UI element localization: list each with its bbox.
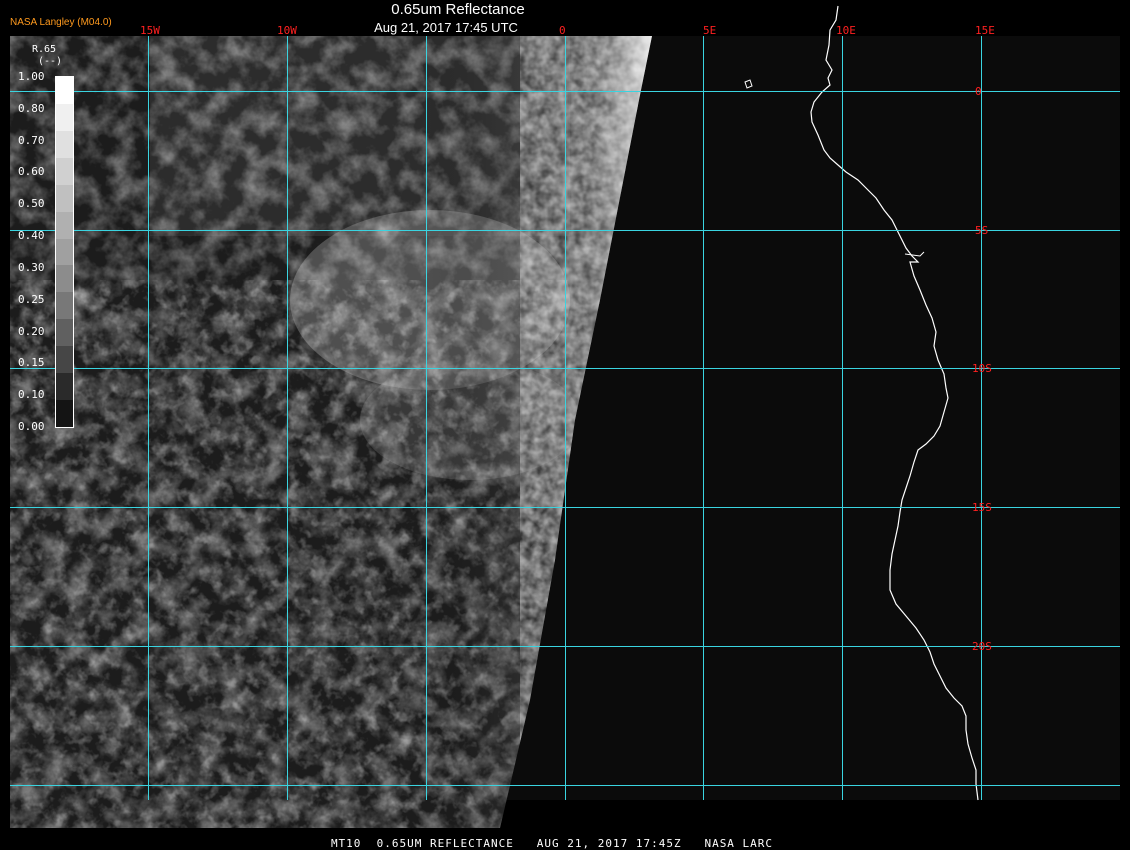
colorbar-tick-label: 0.25: [18, 292, 45, 306]
colorbar: [55, 76, 74, 428]
satellite-map: [0, 0, 1130, 850]
colorbar-swatch: [56, 373, 73, 401]
colorbar-swatch: [56, 346, 73, 374]
colorbar-tick-label: 0.80: [18, 101, 45, 115]
legend-title: R.65: [32, 44, 57, 55]
longitude-label-15e: 15E: [975, 24, 995, 37]
credit-label: NASA Langley (M04.0): [10, 17, 112, 28]
colorbar-tick-label: 0.50: [18, 197, 45, 211]
colorbar-tick-label: 0.40: [18, 229, 45, 243]
colorbar-tick-label: 0.10: [18, 388, 45, 402]
latitude-label-10s: 10S: [972, 362, 992, 375]
colorbar-tick-label: 0.20: [18, 324, 45, 338]
colorbar-tick-label: 1.00: [18, 70, 45, 83]
colorbar-swatch: [56, 130, 73, 158]
legend-unit: (--): [38, 56, 63, 67]
colorbar-tick-label: 0.00: [18, 420, 45, 433]
latitude-label-15s: 15S: [972, 501, 992, 514]
colorbar-swatch: [56, 292, 73, 320]
colorbar-swatch: [56, 238, 73, 266]
colorbar-swatch: [56, 265, 73, 293]
footer-caption: MT10 0.65UM REFLECTANCE AUG 21, 2017 17:…: [330, 837, 774, 850]
colorbar-swatch: [56, 211, 73, 239]
colorbar-swatch: [56, 319, 73, 347]
colorbar-tick-label: 0.70: [18, 133, 45, 147]
latitude-label-20s: 20S: [972, 640, 992, 653]
colorbar-tick-label: 0.15: [18, 356, 45, 370]
map-title: 0.65um Reflectance: [391, 1, 525, 18]
colorbar-tick-label: 0.60: [18, 165, 45, 179]
latitude-label-5s: 5S: [975, 224, 989, 237]
colorbar-swatch: [56, 77, 73, 104]
colorbar-tick-label: 0.30: [18, 260, 45, 274]
colorbar-swatch: [56, 157, 73, 185]
map-subtitle: Aug 21, 2017 17:45 UTC: [374, 20, 518, 35]
latitude-label-0: 0: [975, 85, 982, 98]
colorbar-swatch: [56, 103, 73, 131]
colorbar-swatch: [56, 400, 73, 427]
colorbar-swatch: [56, 184, 73, 212]
